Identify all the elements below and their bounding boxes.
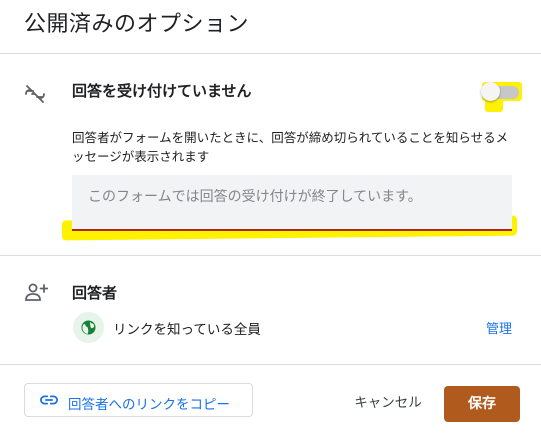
published-options-dialog: 公開済みのオプション 回答を受け付けていません 回答者がフォームを開いたときに、…: [0, 0, 541, 438]
globe-icon-badge: [73, 312, 104, 343]
closed-message-description: 回答者がフォームを開いたときに、回答が締め切られていることを知らせるメッセージが…: [72, 130, 509, 164]
closed-message-underline: [72, 229, 512, 231]
copy-respondent-link-button[interactable]: 回答者へのリンクをコピー: [24, 383, 253, 417]
dialog-title: 公開済みのオプション: [24, 12, 250, 37]
accepting-responses-heading: 回答を受け付けていません: [72, 82, 252, 100]
closed-message-field[interactable]: [72, 175, 512, 229]
top-divider: [0, 53, 541, 54]
add-person-icon: [25, 283, 48, 301]
middle-divider: [0, 255, 541, 256]
toggle-knob: [481, 82, 500, 101]
cancel-button[interactable]: キャンセル: [340, 386, 436, 420]
accepting-responses-toggle[interactable]: [481, 82, 523, 112]
bottom-divider: [0, 364, 541, 365]
respondents-heading: 回答者: [72, 284, 118, 302]
save-button[interactable]: 保存: [444, 386, 520, 422]
globe-icon: [81, 320, 96, 335]
link-off-icon: [25, 85, 45, 103]
manage-link[interactable]: 管理: [486, 318, 512, 337]
copy-link-label: 回答者へのリンクをコピー: [68, 397, 230, 413]
link-access-label: リンクを知っている全員: [113, 322, 261, 338]
closed-message-input[interactable]: [88, 189, 498, 205]
link-icon: [40, 395, 58, 405]
